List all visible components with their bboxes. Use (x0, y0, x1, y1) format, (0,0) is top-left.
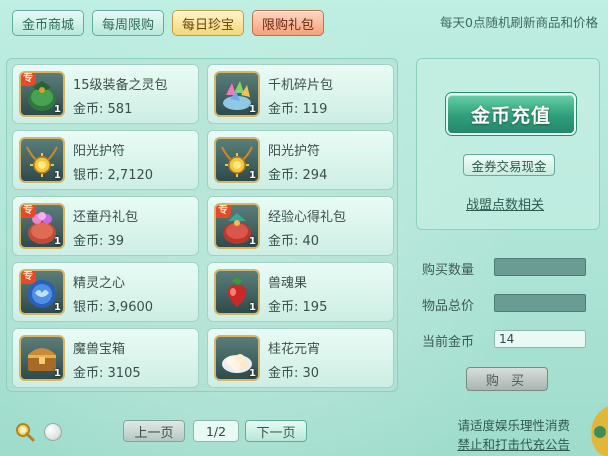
item-name: 经验心得礼包 (268, 210, 347, 225)
refresh-note: 每天0点随机刷新商品和价格 (440, 15, 598, 30)
item-quantity: 1 (249, 170, 256, 181)
next-page-button[interactable]: 下一页 (245, 420, 307, 442)
tab-limited-gift[interactable]: 限购礼包 (252, 10, 325, 36)
price-value: 119 (302, 102, 328, 117)
item-card[interactable]: 1 魔兽宝箱 金币: 3105 (12, 328, 199, 388)
item-quantity: 1 (54, 170, 61, 181)
price-currency: 银币: (73, 168, 104, 183)
price-currency: 银币: (73, 300, 104, 315)
item-card[interactable]: 专 1 还童丹礼包 金币: 39 (12, 196, 199, 256)
current-gold-label: 当前金币 (422, 335, 475, 350)
item-price: 金币: 30 (268, 362, 319, 381)
item-quantity: 1 (54, 104, 61, 115)
moderate-play-notice: 请适度娱乐理性消费 (457, 418, 570, 433)
item-price: 银币: 3,9600 (73, 296, 153, 315)
item-quantity: 1 (249, 368, 256, 379)
price-currency: 金币: (73, 102, 104, 117)
item-price: 金币: 39 (73, 230, 124, 249)
buy-button[interactable]: 购 买 (466, 367, 548, 391)
exclusive-badge: 专 (21, 73, 36, 86)
item-icon-frame: 1 (214, 137, 260, 183)
total-price-field (494, 294, 586, 312)
item-name: 魔兽宝箱 (73, 342, 126, 357)
item-icon-frame: 1 (19, 335, 65, 381)
item-name: 阳光护符 (268, 144, 321, 159)
item-card[interactable]: 1 阳光护符 金币: 294 (207, 130, 394, 190)
exclusive-badge: 专 (21, 271, 36, 284)
price-currency: 金币: (73, 366, 104, 381)
price-value: 3,9600 (107, 300, 154, 315)
price-value: 195 (302, 300, 328, 315)
price-currency: 金币: (268, 234, 299, 249)
item-card[interactable]: 1 兽魂果 金币: 195 (207, 262, 394, 322)
item-quantity: 1 (249, 104, 256, 115)
item-card[interactable]: 1 阳光护符 银币: 2,7120 (12, 130, 199, 190)
item-name: 15级装备之灵包 (73, 78, 168, 93)
item-price: 金币: 3105 (73, 362, 141, 381)
item-card[interactable]: 1 桂花元宵 金币: 30 (207, 328, 394, 388)
price-currency: 金币: (268, 366, 299, 381)
price-value: 294 (302, 168, 328, 183)
price-value: 40 (302, 234, 320, 249)
item-quantity: 1 (54, 236, 61, 247)
mascot-corner-icon (591, 406, 608, 456)
price-currency: 金币: (268, 102, 299, 117)
alliance-points-link[interactable]: 战盟点数相关 (466, 194, 544, 213)
item-name: 精灵之心 (73, 276, 126, 291)
toggle-dot-icon[interactable] (44, 423, 62, 441)
price-value: 39 (107, 234, 125, 249)
item-quantity: 1 (54, 368, 61, 379)
price-value: 2,7120 (107, 168, 154, 183)
price-currency: 金币: (268, 168, 299, 183)
quantity-input[interactable] (494, 258, 586, 276)
current-gold-field: 14 (494, 330, 586, 348)
item-icon-frame: 1 (19, 137, 65, 183)
item-quantity: 1 (54, 302, 61, 313)
item-quantity: 1 (249, 302, 256, 313)
item-icon-frame: 专 1 (19, 71, 65, 117)
item-card[interactable]: 专 1 精灵之心 银币: 3,9600 (12, 262, 199, 322)
anti-proxy-recharge-link[interactable]: 禁止和打击代充公告 (457, 434, 570, 453)
item-price: 金币: 195 (268, 296, 327, 315)
item-name: 桂花元宵 (268, 342, 321, 357)
item-price: 金币: 119 (268, 98, 327, 117)
item-name: 阳光护符 (73, 144, 126, 159)
qty-label: 购买数量 (422, 263, 475, 278)
total-price-label: 物品总价 (422, 299, 475, 314)
item-price: 银币: 2,7120 (73, 164, 153, 183)
item-price: 金币: 294 (268, 164, 327, 183)
item-icon-frame: 专 1 (19, 269, 65, 315)
page-indicator: 1/2 (193, 420, 239, 442)
item-card[interactable]: 1 千机碎片包 金币: 119 (207, 64, 394, 124)
price-currency: 金币: (268, 300, 299, 315)
item-price: 金币: 40 (268, 230, 319, 249)
item-card[interactable]: 专 1 15级装备之灵包 金币: 581 (12, 64, 199, 124)
exclusive-badge: 专 (216, 205, 231, 218)
prev-page-button[interactable]: 上一页 (123, 420, 185, 442)
magnifier-icon[interactable] (14, 421, 36, 443)
exclusive-badge: 专 (21, 205, 36, 218)
price-value: 581 (107, 102, 133, 117)
tab-weekly-limited[interactable]: 每周限购 (92, 10, 165, 36)
tab-gold-shop[interactable]: 金币商城 (12, 10, 85, 36)
price-value: 3105 (107, 366, 141, 381)
item-icon-frame: 专 1 (19, 203, 65, 249)
price-currency: 金币: (73, 234, 104, 249)
price-value: 30 (302, 366, 320, 381)
item-icon-frame: 1 (214, 335, 260, 381)
tab-bar: 金币商城 每周限购 每日珍宝 限购礼包 (12, 10, 325, 36)
item-quantity: 1 (249, 236, 256, 247)
item-icon-frame: 1 (214, 71, 260, 117)
item-card[interactable]: 专 1 经验心得礼包 金币: 40 (207, 196, 394, 256)
item-icon-frame: 1 (214, 269, 260, 315)
tab-daily-treasure[interactable]: 每日珍宝 (172, 10, 245, 36)
item-price: 金币: 581 (73, 98, 132, 117)
item-icon-frame: 专 1 (214, 203, 260, 249)
item-name: 还童丹礼包 (73, 210, 139, 225)
voucher-cash-button[interactable]: 金券交易现金 (463, 154, 555, 176)
item-name: 兽魂果 (268, 276, 308, 291)
item-name: 千机碎片包 (268, 78, 334, 93)
gold-recharge-button[interactable]: 金币充值 (446, 93, 576, 135)
